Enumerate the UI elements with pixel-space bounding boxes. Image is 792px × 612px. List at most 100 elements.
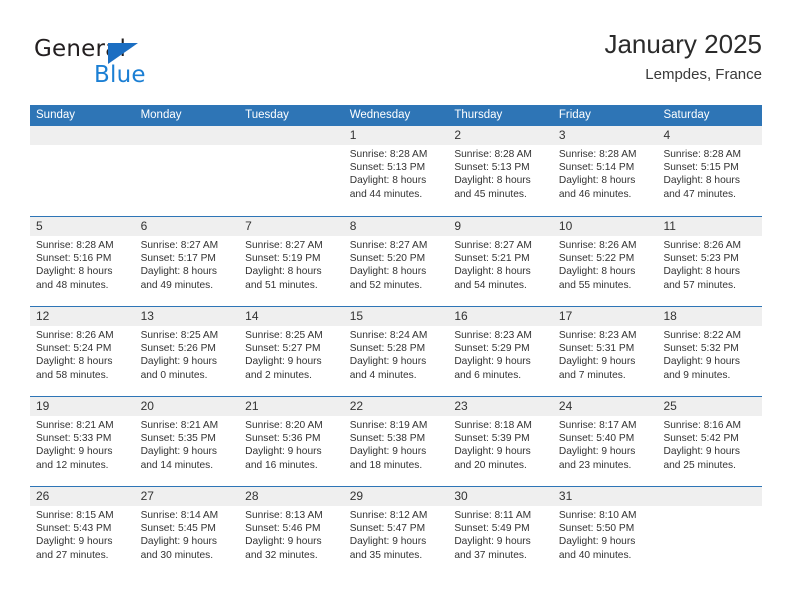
daylight-text-line2: and 30 minutes. [140, 549, 214, 561]
sunrise-text: Sunrise: 8:19 AM [349, 420, 428, 431]
day-cell[interactable]: 25 Sunrise: 8:16 AM Sunset: 5:42 PM Dayligh… [657, 397, 763, 486]
daylight-text-line1: Daylight: 8 hours [245, 266, 322, 278]
day-details: Sunrise: 8:25 AM Sunset: 5:27 PM Daylight:… [239, 326, 344, 382]
daylight-text-line1: Daylight: 9 hours [663, 446, 740, 458]
day-cell[interactable]: 27 Sunrise: 8:14 AM Sunset: 5:45 PM Dayligh… [134, 487, 240, 576]
sunset-text: Sunset: 5:23 PM [663, 253, 739, 265]
sunrise-text: Sunrise: 8:26 AM [558, 240, 637, 251]
day-cell[interactable]: 15 Sunrise: 8:24 AM Sunset: 5:28 PM Dayligh… [343, 307, 449, 396]
logo-text-blue: Blue [94, 62, 146, 88]
day-cell[interactable]: 8 Sunrise: 8:27 AM Sunset: 5:20 PM Daylight… [343, 217, 449, 306]
day-cell[interactable]: 29 Sunrise: 8:12 AM Sunset: 5:47 PM Dayligh… [343, 487, 449, 576]
daylight-text-line1: Daylight: 8 hours [349, 266, 427, 278]
sunset-text: Sunset: 5:47 PM [349, 523, 426, 535]
day-number-strip: 3 [552, 126, 658, 145]
daylight-text-line1: Daylight: 8 hours [36, 356, 113, 368]
daylight-text-line2: and 27 minutes. [36, 549, 109, 561]
day-cell[interactable]: 6 Sunrise: 8:27 AM Sunset: 5:17 PM Daylight… [134, 217, 240, 306]
weekday-header-monday: Monday [140, 109, 182, 121]
daylight-text-line2: and 35 minutes. [349, 549, 423, 561]
day-details: Sunrise: 8:27 AM Sunset: 5:20 PM Daylight:… [344, 236, 449, 292]
day-number: 15 [349, 309, 364, 323]
day-cell[interactable]: 9 Sunrise: 8:27 AM Sunset: 5:21 PM Daylight… [448, 217, 553, 306]
sunrise-text: Sunrise: 8:21 AM [36, 420, 114, 431]
day-cell-empty [134, 126, 240, 216]
day-cell[interactable]: 10 Sunrise: 8:26 AM Sunset: 5:22 PM Dayligh… [552, 217, 658, 306]
day-cell[interactable]: 12 Sunrise: 8:26 AM Sunset: 5:24 PM Dayligh… [30, 307, 135, 396]
day-number-strip: 23 [448, 397, 553, 416]
day-number: 25 [663, 399, 677, 413]
day-cell[interactable]: 4 Sunrise: 8:28 AM Sunset: 5:15 PM Daylight… [657, 126, 763, 216]
day-cell[interactable]: 1 Sunrise: 8:28 AM Sunset: 5:13 PM Daylight… [343, 126, 449, 216]
page-title: January 2025 [604, 29, 762, 59]
day-number: 29 [349, 489, 364, 503]
day-cell[interactable]: 21 Sunrise: 8:20 AM Sunset: 5:36 PM Dayligh… [239, 397, 344, 486]
daylight-text-line2: and 37 minutes. [454, 549, 527, 561]
day-cell[interactable]: 19 Sunrise: 8:21 AM Sunset: 5:33 PM Dayligh… [30, 397, 135, 486]
day-number-strip: 22 [343, 397, 449, 416]
daylight-text-line1: Daylight: 9 hours [140, 446, 218, 458]
day-number-strip: 9 [448, 217, 553, 236]
daylight-text-line1: Daylight: 9 hours [349, 536, 427, 548]
day-cell[interactable]: 3 Sunrise: 8:28 AM Sunset: 5:14 PM Daylight… [552, 126, 658, 216]
day-cell[interactable]: 31 Sunrise: 8:10 AM Sunset: 5:50 PM Dayligh… [552, 487, 658, 576]
day-number: 28 [245, 489, 259, 503]
day-cell[interactable]: 2 Sunrise: 8:28 AM Sunset: 5:13 PM Daylight… [448, 126, 553, 216]
day-cell[interactable]: 26 Sunrise: 8:15 AM Sunset: 5:43 PM Dayligh… [30, 487, 135, 576]
daylight-text-line1: Daylight: 9 hours [36, 446, 113, 458]
day-details: Sunrise: 8:26 AM Sunset: 5:24 PM Daylight:… [30, 326, 135, 382]
weekday-header-sunday: Sunday [36, 109, 76, 121]
day-number: 14 [245, 309, 259, 323]
day-cell[interactable]: 7 Sunrise: 8:27 AM Sunset: 5:19 PM Daylight… [239, 217, 344, 306]
day-number-strip [134, 126, 240, 145]
sunset-text: Sunset: 5:45 PM [140, 523, 216, 535]
daylight-text-line1: Daylight: 8 hours [140, 266, 218, 278]
logo-triangle-icon [108, 43, 138, 64]
sunrise-text: Sunrise: 8:25 AM [245, 330, 323, 341]
day-number: 2 [454, 128, 461, 142]
sunset-text: Sunset: 5:32 PM [663, 343, 739, 355]
sunset-text: Sunset: 5:17 PM [140, 253, 216, 265]
sunset-text: Sunset: 5:26 PM [140, 343, 216, 355]
day-cell[interactable]: 23 Sunrise: 8:18 AM Sunset: 5:39 PM Dayligh… [448, 397, 553, 486]
day-details: Sunrise: 8:19 AM Sunset: 5:38 PM Daylight:… [344, 416, 449, 472]
sunset-text: Sunset: 5:31 PM [558, 343, 635, 355]
daylight-text-line1: Daylight: 9 hours [245, 536, 322, 548]
weekday-header-saturday: Saturday [663, 109, 710, 121]
day-cell[interactable]: 20 Sunrise: 8:21 AM Sunset: 5:35 PM Dayligh… [134, 397, 240, 486]
day-number-strip: 29 [343, 487, 449, 506]
day-cell[interactable]: 28 Sunrise: 8:13 AM Sunset: 5:46 PM Dayligh… [239, 487, 344, 576]
day-details: Sunrise: 8:21 AM Sunset: 5:35 PM Daylight:… [135, 416, 240, 472]
day-cell[interactable]: 24 Sunrise: 8:17 AM Sunset: 5:40 PM Dayligh… [552, 397, 658, 486]
sunset-text: Sunset: 5:50 PM [558, 523, 635, 535]
day-number-strip: 2 [448, 126, 553, 145]
day-cell-empty [657, 487, 763, 576]
sunset-text: Sunset: 5:21 PM [454, 253, 530, 265]
day-number-strip [657, 487, 763, 506]
day-cell[interactable]: 11 Sunrise: 8:26 AM Sunset: 5:23 PM Dayligh… [657, 217, 763, 306]
daylight-text-line1: Daylight: 9 hours [454, 446, 531, 458]
day-cell[interactable]: 13 Sunrise: 8:25 AM Sunset: 5:26 PM Dayligh… [134, 307, 240, 396]
day-cell[interactable]: 18 Sunrise: 8:22 AM Sunset: 5:32 PM Dayligh… [657, 307, 763, 396]
day-cell[interactable]: 30 Sunrise: 8:11 AM Sunset: 5:49 PM Dayligh… [448, 487, 553, 576]
daylight-text-line1: Daylight: 9 hours [140, 356, 218, 368]
day-cell[interactable]: 17 Sunrise: 8:23 AM Sunset: 5:31 PM Dayligh… [552, 307, 658, 396]
daylight-text-line1: Daylight: 8 hours [663, 266, 740, 278]
sunrise-text: Sunrise: 8:11 AM [454, 510, 532, 521]
day-cell[interactable]: 14 Sunrise: 8:25 AM Sunset: 5:27 PM Dayligh… [239, 307, 344, 396]
sunset-text: Sunset: 5:42 PM [663, 433, 739, 445]
day-details: Sunrise: 8:25 AM Sunset: 5:26 PM Daylight:… [135, 326, 240, 382]
day-number: 21 [245, 399, 259, 413]
daylight-text-line2: and 2 minutes. [245, 369, 312, 381]
sunset-text: Sunset: 5:46 PM [245, 523, 321, 535]
daylight-text-line1: Daylight: 8 hours [663, 175, 740, 187]
sunset-text: Sunset: 5:15 PM [663, 162, 739, 174]
day-cell[interactable]: 5 Sunrise: 8:28 AM Sunset: 5:16 PM Daylight… [30, 217, 135, 306]
day-cell[interactable]: 16 Sunrise: 8:23 AM Sunset: 5:29 PM Dayligh… [448, 307, 553, 396]
sunrise-text: Sunrise: 8:16 AM [663, 420, 742, 431]
day-details: Sunrise: 8:20 AM Sunset: 5:36 PM Daylight:… [239, 416, 344, 472]
day-number-strip: 14 [239, 307, 344, 326]
day-details: Sunrise: 8:26 AM Sunset: 5:22 PM Daylight:… [553, 236, 658, 292]
day-cell[interactable]: 22 Sunrise: 8:19 AM Sunset: 5:38 PM Dayligh… [343, 397, 449, 486]
day-number-strip: 18 [657, 307, 763, 326]
